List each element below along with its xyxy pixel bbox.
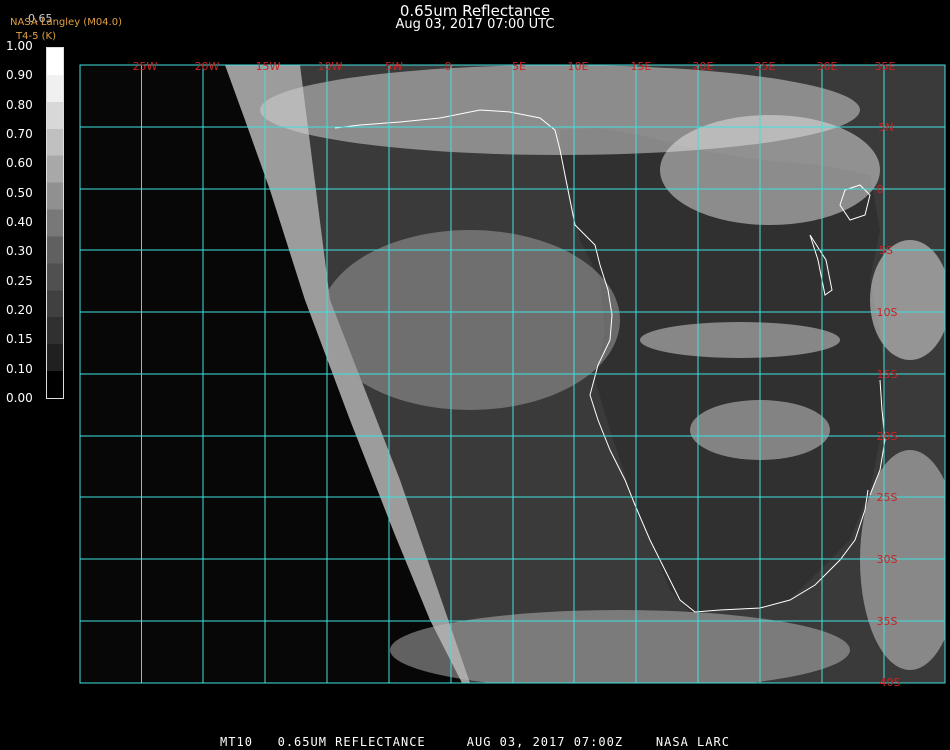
colorbar-tick-label: 0.15 [6, 332, 33, 347]
cloud-central [640, 322, 840, 358]
lat-label: 30S [877, 553, 898, 566]
cloud-ne-edge [870, 240, 945, 360]
colorbar-tick-label: 0.40 [6, 215, 33, 229]
cloud-ne [660, 115, 880, 225]
lon-label: 10E [568, 60, 589, 73]
footer-caption: MT10 0.65UM REFLECTANCE AUG 03, 2017 07:… [220, 735, 730, 749]
lon-label: 15W [256, 60, 281, 73]
colorbar [46, 47, 64, 399]
colorbar-tick-label: 0.20 [6, 303, 33, 317]
lon-label: 25E [755, 60, 776, 73]
lon-label: 30E [817, 60, 838, 73]
lat-label: 0 [877, 183, 884, 196]
image-timestamp: Aug 03, 2017 07:00 UTC [395, 17, 555, 32]
lon-label: 5E [512, 60, 526, 73]
lon-label: 15E [631, 60, 652, 73]
cloud-south [390, 610, 850, 683]
lat-label: 10S [877, 306, 898, 319]
colorbar-tick-label: 1.00 [6, 39, 33, 53]
lon-label: 0 [445, 60, 452, 73]
colorbar-tick-label: 0.70 [6, 127, 33, 141]
lat-label: 15S [877, 368, 898, 381]
colorbar-tick-label: 0.60 [6, 156, 33, 171]
colorbar-tick-label: 0.10 [6, 361, 33, 376]
lon-label: 20W [195, 60, 220, 73]
colorbar-tick-label: 0.50 [6, 185, 33, 200]
colorbar-tick-label: 0.00 [6, 391, 33, 405]
satellite-map: 25W 20W 15W 10W 5W 0 5E 10E 15E 20E 25E … [79, 60, 946, 689]
colorbar-tick-label: 0.25 [6, 273, 33, 288]
colorbar-tick-label: 0.90 [6, 68, 33, 83]
lon-label: 5W [385, 60, 403, 73]
lat-label: 25S [877, 491, 898, 504]
lon-label: 35E [875, 60, 896, 73]
lon-label: 25W [133, 60, 158, 73]
colorbar-tick-label: 0.80 [6, 97, 33, 112]
lat-label: 20S [877, 430, 898, 443]
lat-label: 40S [880, 676, 901, 689]
lat-label: 5N [878, 121, 893, 134]
lat-label: 35S [877, 615, 898, 628]
cloud-west-mid [320, 230, 620, 410]
colorbar-tick-label: 0.30 [6, 244, 33, 259]
lat-label: 5S [879, 244, 893, 257]
lon-label: 20E [693, 60, 714, 73]
producer-logo-text: NASA Langley (M04.0) [10, 17, 122, 28]
lon-label: 10W [318, 60, 343, 73]
